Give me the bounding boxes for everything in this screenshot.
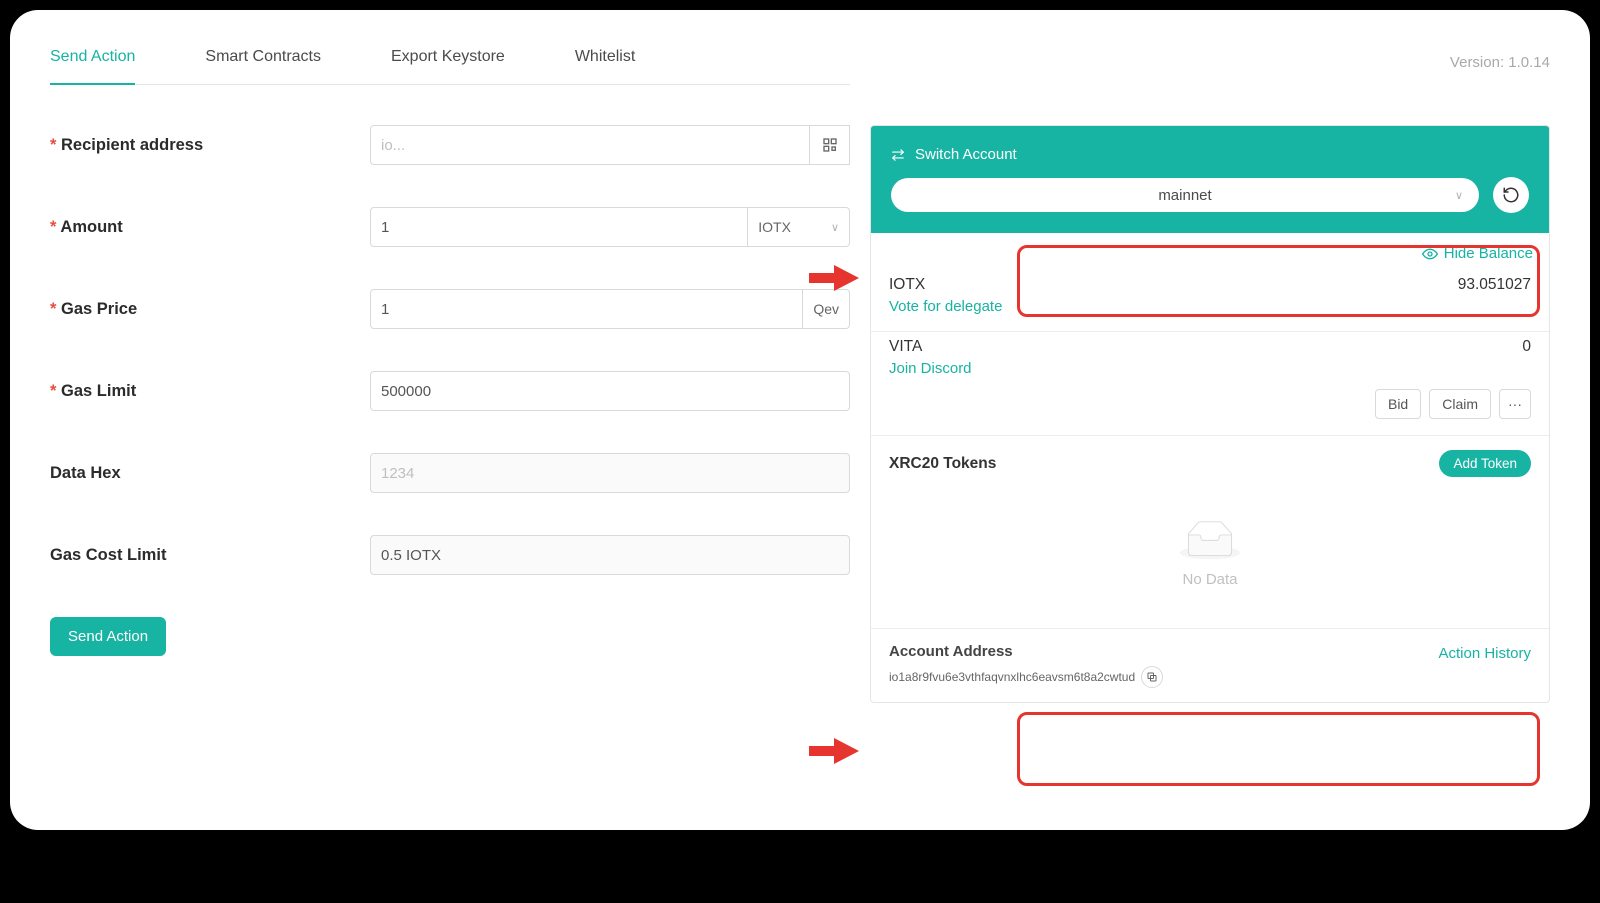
chevron-down-icon: ∨ [831, 221, 839, 234]
copy-address-button[interactable] [1141, 666, 1163, 688]
bid-button[interactable]: Bid [1375, 389, 1421, 419]
annotation-highlight-address [1017, 712, 1540, 786]
tab-export-keystore[interactable]: Export Keystore [391, 30, 505, 84]
vita-name: VITA [889, 338, 922, 356]
no-data: No Data [871, 491, 1549, 628]
amount-token-select[interactable]: IOTX ∨ [748, 207, 850, 247]
eye-icon [1422, 246, 1438, 262]
tab-send-action[interactable]: Send Action [50, 30, 135, 84]
iotx-name: IOTX [889, 276, 925, 294]
gas-cost-limit-input [370, 535, 850, 575]
recipient-label: Recipient address [50, 136, 370, 155]
gas-cost-limit-label: Gas Cost Limit [50, 546, 370, 565]
gas-limit-label: Gas Limit [50, 382, 370, 401]
iotx-balance: 93.051027 [1458, 276, 1531, 294]
amount-token-label: IOTX [758, 219, 791, 235]
gas-price-label: Gas Price [50, 300, 370, 319]
account-address-title: Account Address [889, 643, 1163, 660]
amount-input[interactable] [370, 207, 748, 247]
network-select[interactable]: mainnet ∨ [891, 178, 1479, 212]
inbox-icon [1180, 521, 1240, 561]
annotation-arrow-address [809, 736, 859, 766]
gas-price-input[interactable] [370, 289, 803, 329]
network-label: mainnet [1158, 187, 1211, 204]
add-token-button[interactable]: Add Token [1439, 450, 1531, 477]
data-hex-input[interactable] [370, 453, 850, 493]
switch-icon [891, 148, 905, 162]
chevron-down-icon: ∨ [1455, 189, 1463, 202]
copy-icon [1146, 671, 1158, 683]
more-button[interactable]: ··· [1499, 389, 1531, 419]
vote-delegate-link[interactable]: Vote for delegate [889, 298, 1531, 315]
join-discord-link[interactable]: Join Discord [889, 360, 1531, 377]
data-hex-label: Data Hex [50, 464, 370, 483]
action-history-link[interactable]: Action History [1438, 643, 1531, 662]
recipient-input[interactable] [370, 125, 810, 165]
send-action-button[interactable]: Send Action [50, 617, 166, 656]
gas-limit-input[interactable] [370, 371, 850, 411]
tab-whitelist[interactable]: Whitelist [575, 30, 635, 84]
hide-balance-link[interactable]: Hide Balance [1422, 245, 1533, 262]
claim-button[interactable]: Claim [1429, 389, 1491, 419]
tab-smart-contracts[interactable]: Smart Contracts [205, 30, 321, 84]
qr-icon [822, 137, 838, 153]
amount-label: Amount [50, 218, 370, 237]
tabs-bar: Send Action Smart Contracts Export Keyst… [50, 30, 850, 85]
gas-price-unit: Qev [803, 289, 850, 329]
xrc20-title: XRC20 Tokens [889, 455, 996, 473]
vita-balance: 0 [1522, 338, 1531, 356]
qr-scan-button[interactable] [810, 125, 850, 165]
switch-account-link[interactable]: Switch Account [891, 146, 1529, 163]
account-panel: Switch Account mainnet ∨ [870, 125, 1550, 703]
version-label: Version: 1.0.14 [1450, 54, 1550, 85]
reload-icon [1502, 186, 1520, 204]
reload-button[interactable] [1493, 177, 1529, 213]
account-address: io1a8r9fvu6e3vthfaqvnxlhc6eavsm6t8a2cwtu… [889, 670, 1135, 684]
